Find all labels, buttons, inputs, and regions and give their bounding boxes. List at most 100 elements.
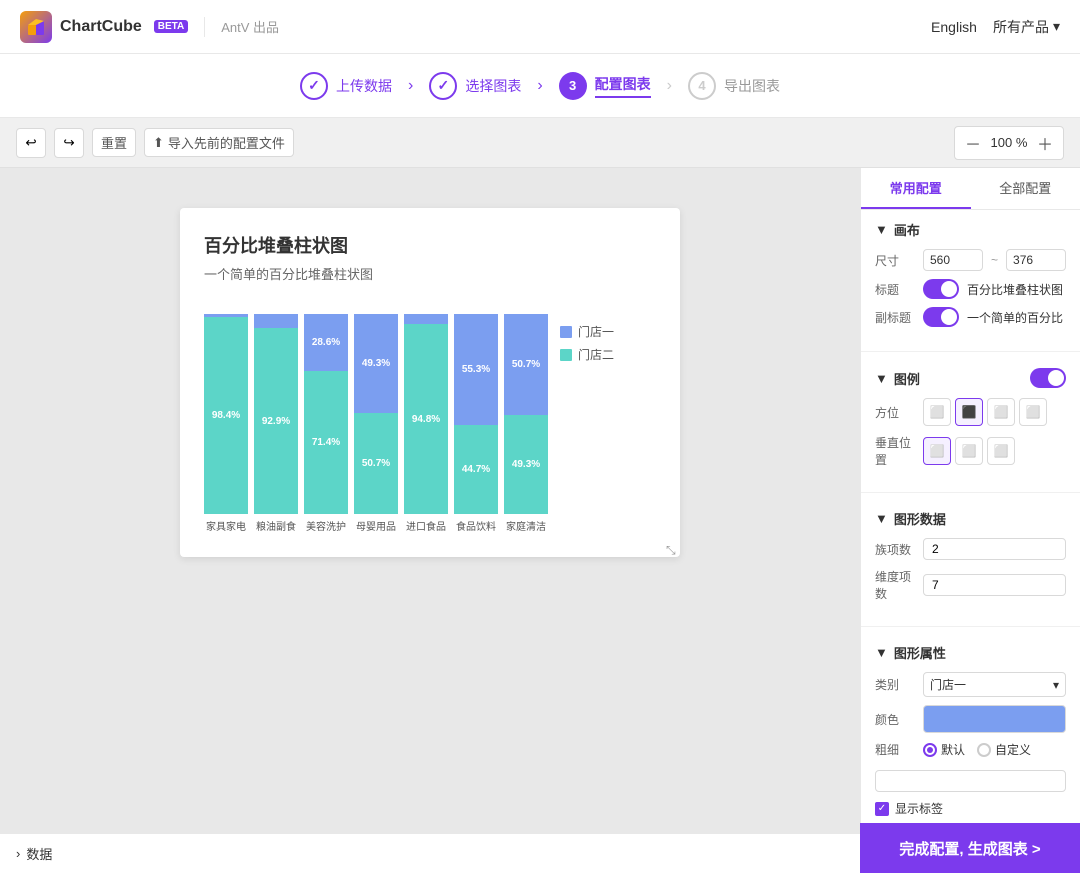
pos-left-btn[interactable]: ⬜ bbox=[923, 398, 951, 426]
logo: ChartCube BETA bbox=[20, 11, 188, 43]
bar-segment-blue bbox=[254, 314, 298, 328]
bar-label: 美容洗护 bbox=[306, 518, 346, 533]
vert-bot-btn[interactable]: ⬜ bbox=[987, 437, 1015, 465]
import-label: 导入先前的配置文件 bbox=[168, 133, 285, 152]
data-toggle[interactable]: › 数据 bbox=[16, 844, 52, 863]
bar-segment-green: 71.4% bbox=[304, 371, 348, 514]
main-content: 百分比堆叠柱状图 一个简单的百分比堆叠柱状图 98.4%家具家电92.9%粮油副… bbox=[0, 168, 1080, 833]
step-1-label: 上传数据 bbox=[336, 76, 392, 96]
color-field: 颜色 bbox=[875, 705, 1066, 733]
chart-legend: 门店一 门店二 bbox=[560, 323, 614, 363]
pos-bottom-btn[interactable]: ⬜ bbox=[1019, 398, 1047, 426]
pos-right-btn[interactable]: ⬜ bbox=[987, 398, 1015, 426]
bar-label: 食品饮料 bbox=[456, 518, 496, 533]
legend-section-header[interactable]: ▼ 图例 bbox=[875, 368, 1066, 388]
title-field: 标题 百分比堆叠柱状图 bbox=[875, 279, 1066, 299]
bar-segment-blue: 28.6% bbox=[304, 314, 348, 371]
size-field: 尺寸 ~ bbox=[875, 249, 1066, 271]
step-3[interactable]: 3 配置图表 bbox=[559, 72, 651, 100]
bar-label: 母婴用品 bbox=[356, 518, 396, 533]
pos-top-btn[interactable]: ⬛ bbox=[955, 398, 983, 426]
props-section-header[interactable]: ▼ 图形属性 bbox=[875, 643, 1066, 662]
beta-badge: BETA bbox=[154, 20, 188, 33]
vert-mid-btn[interactable]: ⬜ bbox=[955, 437, 983, 465]
category-select[interactable]: 门店一 ▾ bbox=[923, 672, 1066, 697]
canvas-section-header[interactable]: ▼ 画布 bbox=[875, 220, 1066, 239]
zoom-control: － 100 % ＋ bbox=[954, 126, 1064, 160]
show-label-text: 显示标签 bbox=[895, 800, 943, 817]
bar-group: 28.6%71.4% 美容洗护 bbox=[304, 314, 348, 533]
size-tilde: ~ bbox=[991, 253, 998, 267]
title-toggle[interactable] bbox=[923, 279, 959, 299]
show-label-check-icon bbox=[875, 802, 889, 816]
thickness-label: 粗细 bbox=[875, 741, 915, 758]
checkmark-icon: ✓ bbox=[308, 77, 320, 94]
bar-group: 50.7%49.3%家庭清洁 bbox=[504, 314, 548, 533]
show-label-checkbox[interactable]: 显示标签 bbox=[875, 800, 1066, 817]
header: ChartCube BETA AntV 出品 English 所有产品 ▾ bbox=[0, 0, 1080, 54]
zoom-in-button[interactable]: ＋ bbox=[1037, 131, 1053, 155]
step-2[interactable]: ✓ 选择图表 bbox=[429, 72, 521, 100]
import-config-button[interactable]: ⬆ 导入先前的配置文件 bbox=[144, 128, 294, 157]
thickness-radio-group: 默认 自定义 bbox=[923, 741, 1031, 758]
all-products-button[interactable]: 所有产品 ▾ bbox=[993, 17, 1060, 37]
step-1[interactable]: ✓ 上传数据 bbox=[300, 72, 392, 100]
series-input[interactable] bbox=[923, 538, 1066, 560]
tab-all[interactable]: 全部配置 bbox=[971, 168, 1080, 209]
step-3-circle: 3 bbox=[559, 72, 587, 100]
lang-button[interactable]: English bbox=[931, 19, 977, 35]
data-section-label: 图形数据 bbox=[894, 509, 946, 528]
zoom-value: 100 % bbox=[989, 135, 1029, 150]
bar-segment-green: 94.8% bbox=[404, 324, 448, 514]
subtitle-toggle[interactable] bbox=[923, 307, 959, 327]
thickness-custom-input[interactable] bbox=[875, 770, 1066, 792]
redo-button[interactable]: ↪ bbox=[54, 128, 84, 158]
step-arrow-3: › bbox=[667, 77, 672, 95]
series-field: 族项数 bbox=[875, 538, 1066, 560]
bar-label: 家庭清洁 bbox=[506, 518, 546, 533]
step-4[interactable]: 4 导出图表 bbox=[688, 72, 780, 100]
import-icon: ⬆ bbox=[153, 135, 164, 151]
legend-toggle[interactable] bbox=[1030, 368, 1066, 388]
step-3-label: 配置图表 bbox=[595, 74, 651, 98]
bar-label: 进口食品 bbox=[406, 518, 446, 533]
bar-segment-blue: 49.3% bbox=[354, 314, 398, 413]
step-1-circle: ✓ bbox=[300, 72, 328, 100]
steps-bar: ✓ 上传数据 › ✓ 选择图表 › 3 配置图表 › 4 导出图表 bbox=[0, 54, 1080, 118]
tab-common[interactable]: 常用配置 bbox=[861, 168, 971, 209]
bar-label: 粮油副食 bbox=[256, 518, 296, 533]
legend-position-group: ⬜ ⬛ ⬜ ⬜ bbox=[923, 398, 1047, 426]
canvas-arrow-icon: ▼ bbox=[875, 222, 888, 237]
zoom-out-button[interactable]: － bbox=[965, 131, 981, 155]
chart-title: 百分比堆叠柱状图 bbox=[204, 232, 656, 258]
reset-button[interactable]: 重置 bbox=[92, 128, 136, 157]
zoom-unit: % bbox=[1016, 135, 1028, 150]
all-products-label: 所有产品 bbox=[993, 17, 1049, 37]
color-swatch[interactable] bbox=[923, 705, 1066, 733]
thickness-default-radio[interactable]: 默认 bbox=[923, 741, 965, 758]
thickness-default-label: 默认 bbox=[941, 741, 965, 758]
undo-button[interactable]: ↩ bbox=[16, 128, 46, 158]
size-width-input[interactable] bbox=[923, 249, 983, 271]
divider-3 bbox=[861, 626, 1080, 627]
thickness-custom-radio[interactable]: 自定义 bbox=[977, 741, 1031, 758]
canvas-area: 百分比堆叠柱状图 一个简单的百分比堆叠柱状图 98.4%家具家电92.9%粮油副… bbox=[0, 168, 860, 833]
bar-segment-blue: 55.3% bbox=[454, 314, 498, 425]
size-height-input[interactable] bbox=[1006, 249, 1066, 271]
resize-handle[interactable]: ⤡ bbox=[666, 543, 676, 553]
legend-section: ▼ 图例 方位 ⬜ ⬛ ⬜ ⬜ 垂直位置 ⬜ ⬜ ⬜ bbox=[861, 358, 1080, 486]
legend-label-1: 门店一 bbox=[578, 323, 614, 340]
legend-color-1 bbox=[560, 326, 572, 338]
data-section-header[interactable]: ▼ 图形数据 bbox=[875, 509, 1066, 528]
data-toggle-arrow: › bbox=[16, 846, 20, 861]
bar-segment-green: 98.4% bbox=[204, 317, 248, 514]
vert-top-btn[interactable]: ⬜ bbox=[923, 437, 951, 465]
complete-button[interactable]: 完成配置, 生成图表 > bbox=[860, 823, 1080, 873]
redo-icon: ↪ bbox=[63, 135, 74, 151]
bar-segment-blue bbox=[404, 314, 448, 324]
legend-vertical-label: 垂直位置 bbox=[875, 434, 915, 468]
color-label: 颜色 bbox=[875, 711, 915, 728]
logo-icon bbox=[20, 11, 52, 43]
dim-input[interactable] bbox=[923, 574, 1066, 596]
legend-vertical-group: ⬜ ⬜ ⬜ bbox=[923, 437, 1015, 465]
